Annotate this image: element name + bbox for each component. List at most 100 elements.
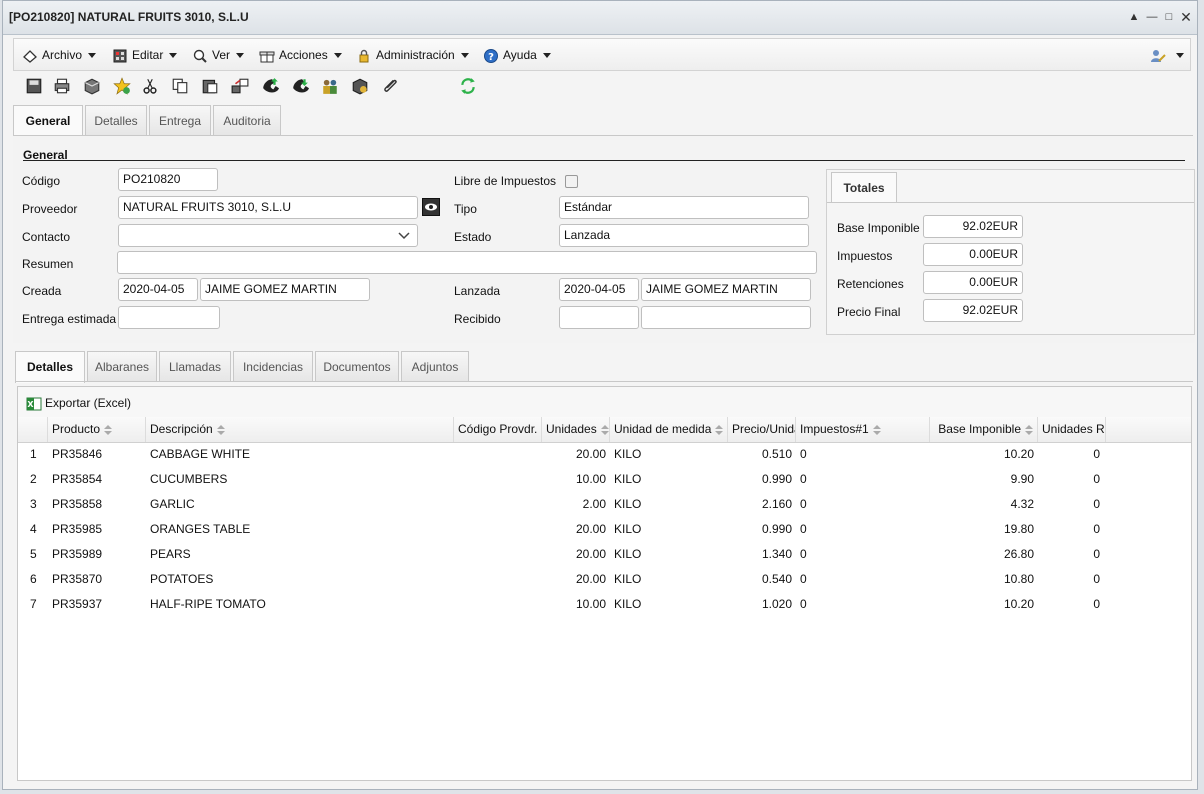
attach-icon[interactable] bbox=[381, 77, 399, 95]
column-header[interactable]: Código Provdr. bbox=[454, 417, 542, 442]
cell-unidades: 2.00 bbox=[582, 497, 606, 511]
tab-detalles-lines[interactable]: Detalles bbox=[15, 351, 85, 383]
transfer-icon[interactable] bbox=[231, 77, 249, 95]
close-icon[interactable]: ✕ bbox=[1179, 10, 1193, 24]
creada-date-field[interactable]: 2020-04-05 bbox=[118, 278, 198, 301]
libre-checkbox[interactable] bbox=[565, 175, 578, 188]
column-header[interactable]: Descripción bbox=[146, 417, 454, 442]
package-icon[interactable] bbox=[351, 77, 369, 95]
users-icon[interactable] bbox=[321, 77, 339, 95]
column-header[interactable]: Impuestos#1 bbox=[796, 417, 930, 442]
cell-medida: KILO bbox=[614, 572, 642, 586]
export-excel-button[interactable]: X Exportar (Excel) bbox=[26, 394, 131, 412]
tab-auditoria[interactable]: Auditoria bbox=[213, 105, 281, 135]
refresh-icon[interactable] bbox=[459, 77, 477, 95]
contacto-select[interactable] bbox=[118, 224, 418, 247]
cut-icon[interactable] bbox=[141, 77, 159, 95]
estado-field[interactable]: Lanzada bbox=[559, 224, 809, 247]
cell-base: 4.32 bbox=[1010, 497, 1034, 511]
save-icon[interactable] bbox=[25, 77, 43, 95]
tab-documentos[interactable]: Documentos bbox=[315, 351, 399, 381]
column-header[interactable]: Unidades bbox=[542, 417, 610, 442]
table-row[interactable]: 5 PR35989 PEARS 20.00 KILO 1.340 0 26.80… bbox=[18, 542, 1191, 567]
eye-icon[interactable] bbox=[422, 198, 440, 216]
column-header[interactable]: Producto bbox=[48, 417, 146, 442]
menu-administracion-label: Administración bbox=[376, 48, 455, 62]
cell-producto: PR35989 bbox=[52, 547, 103, 561]
column-header[interactable]: Base Imponible bbox=[930, 417, 1038, 442]
cell-producto: PR35854 bbox=[52, 472, 103, 486]
lanzada-user-field[interactable]: JAIME GOMEZ MARTIN bbox=[641, 278, 811, 301]
cell-codigo bbox=[458, 592, 538, 617]
copy-icon[interactable] bbox=[171, 77, 189, 95]
totals-label: Retenciones bbox=[837, 277, 904, 291]
codigo-field[interactable]: PO210820 bbox=[118, 168, 218, 191]
cell-codigo bbox=[458, 567, 538, 592]
tab-incidencias[interactable]: Incidencias bbox=[233, 351, 313, 381]
recibido-user-field[interactable] bbox=[641, 306, 811, 329]
creada-user-field[interactable]: JAIME GOMEZ MARTIN bbox=[200, 278, 370, 301]
tab-totales[interactable]: Totales bbox=[831, 172, 897, 202]
tab-entrega[interactable]: Entrega bbox=[149, 105, 211, 135]
lanzada-date-field[interactable]: 2020-04-05 bbox=[559, 278, 639, 301]
table-row[interactable]: 7 PR35937 HALF-RIPE TOMATO 10.00 KILO 1.… bbox=[18, 592, 1191, 617]
resumen-label: Resumen bbox=[22, 257, 74, 271]
menu-acciones[interactable]: Acciones bbox=[259, 45, 342, 65]
precio-final-field[interactable]: 92.02EUR bbox=[923, 299, 1023, 322]
creada-label: Creada bbox=[22, 284, 62, 298]
tab-detalles[interactable]: Detalles bbox=[85, 105, 147, 135]
column-header[interactable]: Precio/Unidad bbox=[728, 417, 796, 442]
cell-descripcion: ORANGES TABLE bbox=[150, 522, 251, 536]
codigo-label: Código bbox=[22, 174, 61, 188]
tab-general[interactable]: General bbox=[13, 105, 83, 137]
phone-up-icon[interactable] bbox=[261, 77, 279, 95]
table-row[interactable]: 6 PR35870 POTATOES 20.00 KILO 0.540 0 10… bbox=[18, 567, 1191, 592]
sort-icon bbox=[600, 424, 609, 435]
menu-ver[interactable]: Ver bbox=[192, 45, 245, 65]
tipo-field[interactable]: Estándar bbox=[559, 196, 809, 219]
totals-label: Impuestos bbox=[837, 249, 893, 263]
proveedor-field[interactable]: NATURAL FRUITS 3010, S.L.U bbox=[118, 196, 418, 219]
table-row[interactable]: 4 PR35985 ORANGES TABLE 20.00 KILO 0.990… bbox=[18, 517, 1191, 542]
sort-icon bbox=[1025, 424, 1033, 435]
star-icon[interactable] bbox=[113, 77, 131, 95]
menu-archivo[interactable]: Archivo bbox=[22, 45, 97, 65]
print-icon[interactable] bbox=[53, 77, 71, 95]
base-imponible-field[interactable]: 92.02EUR bbox=[923, 215, 1023, 238]
impuestos-field[interactable]: 0.00EUR bbox=[923, 243, 1023, 266]
cell-precio: 2.160 bbox=[761, 497, 792, 511]
row-number: 2 bbox=[30, 472, 37, 486]
help-icon: ? bbox=[484, 48, 498, 63]
menu-administracion[interactable]: Administración bbox=[356, 45, 469, 65]
sort-icon bbox=[104, 424, 113, 435]
cell-medida: KILO bbox=[614, 497, 642, 511]
cell-medida: KILO bbox=[614, 522, 642, 536]
menu-editar[interactable]: Editar bbox=[112, 45, 178, 65]
recibido-date-field[interactable] bbox=[559, 306, 639, 329]
user-menu[interactable] bbox=[1150, 45, 1184, 65]
tab-albaranes[interactable]: Albaranes bbox=[87, 351, 157, 381]
column-header[interactable]: Unidades Re bbox=[1038, 417, 1106, 442]
paste-icon[interactable] bbox=[201, 77, 219, 95]
maximize-icon[interactable]: □ bbox=[1162, 10, 1176, 24]
table-row[interactable]: 2 PR35854 CUCUMBERS 10.00 KILO 0.990 0 9… bbox=[18, 467, 1191, 492]
totals-label: Precio Final bbox=[837, 305, 901, 319]
column-header[interactable]: Unidad de medida bbox=[610, 417, 728, 442]
minimize-icon[interactable]: — bbox=[1145, 10, 1159, 24]
box-icon[interactable] bbox=[83, 77, 101, 95]
table-row[interactable]: 1 PR35846 CABBAGE WHITE 20.00 KILO 0.510… bbox=[18, 442, 1191, 467]
tab-llamadas[interactable]: Llamadas bbox=[159, 351, 231, 381]
tab-adjuntos[interactable]: Adjuntos bbox=[401, 351, 469, 381]
cell-impuestos: 0 bbox=[800, 472, 807, 486]
collapse-icon[interactable]: ▲ bbox=[1127, 10, 1141, 24]
menu-ayuda[interactable]: ? Ayuda bbox=[483, 45, 551, 65]
phone-down-icon[interactable] bbox=[291, 77, 309, 95]
contacto-label: Contacto bbox=[22, 230, 71, 244]
cell-base: 26.80 bbox=[1003, 547, 1034, 561]
resumen-field[interactable] bbox=[117, 251, 817, 274]
retenciones-field[interactable]: 0.00EUR bbox=[923, 271, 1023, 294]
chevron-down-icon[interactable] bbox=[398, 231, 410, 240]
entrega-field[interactable] bbox=[118, 306, 220, 329]
table-row[interactable]: 3 PR35858 GARLIC 2.00 KILO 2.160 0 4.32 … bbox=[18, 492, 1191, 517]
chevron-down-icon bbox=[88, 53, 97, 59]
